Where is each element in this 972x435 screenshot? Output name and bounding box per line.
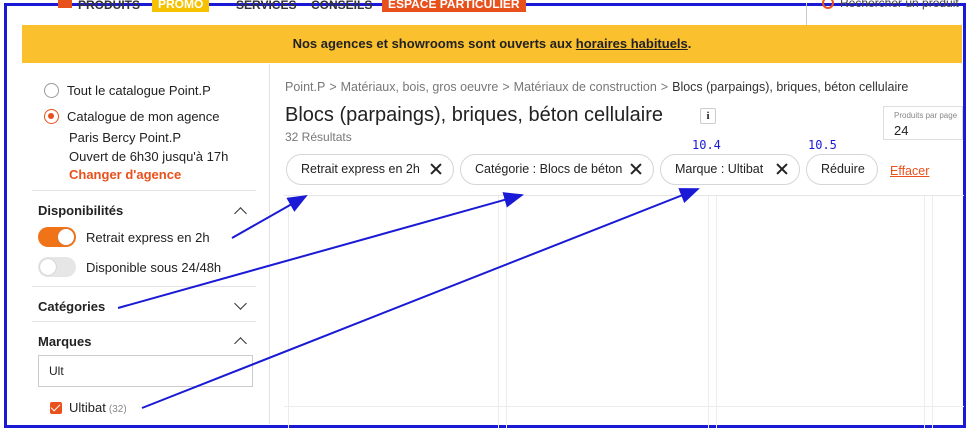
reduce-chips-button[interactable]: Réduire bbox=[806, 154, 878, 185]
annotation-label: 10.5 bbox=[808, 138, 837, 152]
breadcrumb-separator: > bbox=[502, 80, 510, 94]
chip-label: Réduire bbox=[821, 162, 865, 176]
filter-sidebar: Tout le catalogue Point.P Catalogue de m… bbox=[23, 64, 270, 424]
brand-search-input[interactable] bbox=[38, 355, 253, 387]
close-icon[interactable] bbox=[776, 163, 788, 175]
divider bbox=[32, 286, 256, 287]
breadcrumb-link[interactable]: Matériaux de construction bbox=[514, 80, 657, 94]
radio-all-catalogue[interactable]: Tout le catalogue Point.P bbox=[44, 83, 211, 98]
filter-chip-brand[interactable]: Marque : Ultibat bbox=[660, 154, 800, 185]
banner-hours-link[interactable]: horaires habituels bbox=[576, 36, 688, 51]
search-icon bbox=[822, 0, 834, 9]
change-agency-link[interactable]: Changer d'agence bbox=[69, 167, 181, 182]
availability-title: Disponibilités bbox=[38, 203, 124, 218]
search-placeholder: Rechercher un produit bbox=[840, 0, 959, 10]
grid-line bbox=[716, 196, 717, 428]
per-page-select[interactable]: Produits par page 24 bbox=[883, 106, 963, 140]
annotation-label: 10.4 bbox=[692, 138, 721, 152]
radio-button[interactable] bbox=[44, 83, 59, 98]
chip-label: Catégorie : Blocs de béton bbox=[475, 162, 623, 176]
divider bbox=[32, 321, 256, 322]
breadcrumb-link[interactable]: Matériaux, bois, gros oeuvre bbox=[341, 80, 499, 94]
breadcrumb: Point.P > Matériaux, bois, gros oeuvre > Mat… bbox=[285, 80, 908, 94]
filter-chip-category[interactable]: Catégorie : Blocs de béton bbox=[460, 154, 654, 185]
info-banner: Nos agences et showrooms sont ouverts au… bbox=[22, 25, 962, 63]
radio-agency-catalogue[interactable]: Catalogue de mon agence bbox=[44, 109, 220, 124]
breadcrumb-separator: > bbox=[329, 80, 337, 94]
banner-text-end: . bbox=[687, 36, 692, 51]
grid-line bbox=[708, 196, 709, 428]
agency-hours: Ouvert de 6h30 jusqu'à 17h bbox=[69, 149, 229, 164]
agency-name: Paris Bercy Point.P bbox=[69, 130, 181, 145]
available-toggle[interactable] bbox=[38, 257, 76, 277]
chevron-up-icon[interactable] bbox=[234, 337, 247, 350]
produits-icon bbox=[58, 0, 72, 8]
express-toggle[interactable] bbox=[38, 227, 76, 247]
page-title: Blocs (parpaings), briques, béton cellul… bbox=[285, 104, 663, 126]
banner-text: Nos agences et showrooms sont ouverts au… bbox=[292, 36, 576, 51]
radio-label: Tout le catalogue Point.P bbox=[67, 83, 211, 98]
chip-label: Marque : Ultibat bbox=[675, 162, 764, 176]
clear-filters-link[interactable]: Effacer bbox=[890, 164, 929, 178]
nav-divider bbox=[806, 3, 807, 27]
available-label: Disponible sous 24/48h bbox=[86, 260, 222, 275]
grid-line bbox=[284, 406, 964, 407]
ultibat-checkbox[interactable] bbox=[50, 402, 62, 414]
results-count: 32 Résultats bbox=[285, 130, 352, 144]
grid-line bbox=[288, 196, 289, 428]
divider bbox=[32, 190, 256, 191]
chevron-down-icon[interactable] bbox=[234, 297, 247, 310]
brand-name: Ultibat bbox=[69, 400, 106, 415]
nav-espace-particulier[interactable]: ESPACE PARTICULIER bbox=[382, 0, 526, 12]
categories-title[interactable]: Catégories bbox=[38, 299, 105, 314]
search-input[interactable]: Rechercher un produit bbox=[822, 0, 959, 10]
close-icon[interactable] bbox=[430, 163, 442, 175]
toggle-knob bbox=[58, 229, 74, 245]
chip-label: Retrait express en 2h bbox=[301, 162, 420, 176]
product-grid bbox=[284, 195, 964, 428]
chevron-up-icon[interactable] bbox=[234, 207, 247, 220]
breadcrumb-current: Blocs (parpaings), briques, béton cellul… bbox=[672, 80, 909, 94]
breadcrumb-link[interactable]: Point.P bbox=[285, 80, 325, 94]
nav-conseils[interactable]: CONSEILS bbox=[311, 0, 372, 12]
per-page-label: Produits par page bbox=[894, 111, 958, 120]
nav-services[interactable]: SERVICES bbox=[236, 0, 296, 12]
grid-line bbox=[498, 196, 499, 428]
info-icon[interactable]: i bbox=[700, 108, 716, 124]
grid-line bbox=[506, 196, 507, 428]
radio-label: Catalogue de mon agence bbox=[67, 109, 220, 124]
brand-count: (32) bbox=[108, 404, 127, 415]
nav-promo[interactable]: PROMO bbox=[152, 0, 210, 12]
toggle-knob bbox=[40, 259, 56, 275]
brands-title: Marques bbox=[38, 334, 92, 349]
close-icon[interactable] bbox=[630, 163, 642, 175]
grid-line bbox=[932, 196, 933, 428]
filter-chip-express[interactable]: Retrait express en 2h bbox=[286, 154, 454, 185]
per-page-value: 24 bbox=[894, 123, 909, 138]
nav-produits[interactable]: PRODUITS bbox=[78, 0, 140, 12]
express-label: Retrait express en 2h bbox=[86, 230, 210, 245]
radio-button-selected[interactable] bbox=[44, 109, 59, 124]
grid-line bbox=[924, 196, 925, 428]
breadcrumb-separator: > bbox=[660, 80, 669, 94]
ultibat-label[interactable]: Ultibat (32) bbox=[69, 400, 127, 415]
